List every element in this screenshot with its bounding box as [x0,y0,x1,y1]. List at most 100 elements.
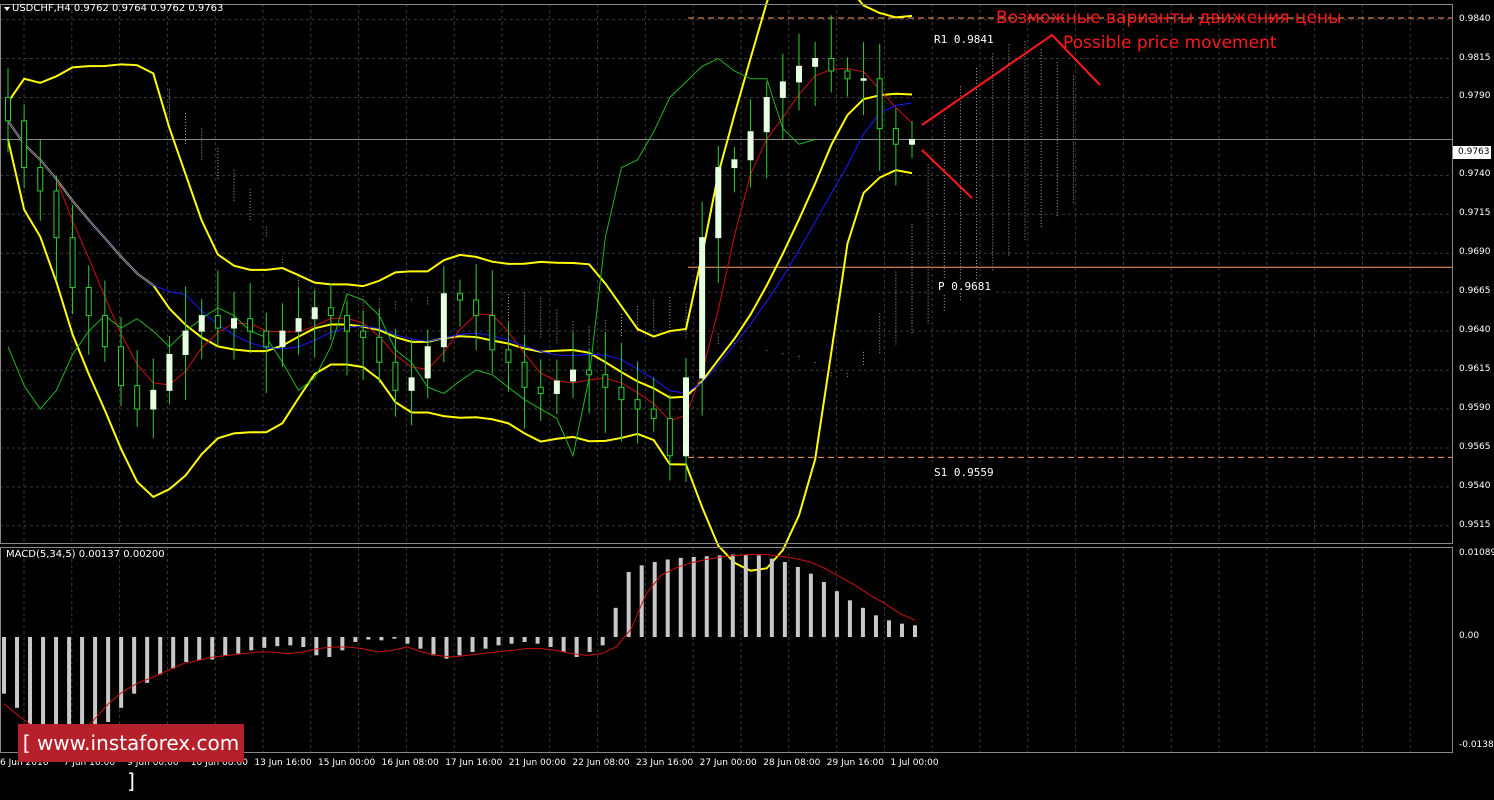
candle-body [715,167,722,239]
candle-body [570,369,576,382]
x-tick-label: 22 Jun 08:00 [572,758,630,768]
symbol-dropdown-icon[interactable] [4,7,10,11]
x-tick-label: 23 Jun 16:00 [636,758,694,768]
macd-bar [249,637,254,651]
macd-bar [587,637,592,652]
macd-bar [886,620,891,637]
y-tick-label: 0.9515 [1459,519,1491,530]
candle-body [909,139,915,145]
level-r1-label: R1 0.9841 [932,33,996,46]
macd-frame [0,547,1453,753]
macd-bar [782,562,787,637]
candle-body [699,237,706,379]
candle-body [683,377,689,457]
candle-body [214,315,221,329]
macd-bar [613,607,618,637]
grid [0,4,1452,752]
macd-bar [15,637,20,708]
y-tick-label: 0.9615 [1459,364,1491,375]
macd-bar [847,600,852,637]
macd-bar [171,637,176,669]
macd-bar [210,637,215,660]
candle-body [828,58,835,72]
macd-bar [119,637,124,708]
macd-y-tick-label: -0.0138 [1459,740,1494,750]
candle-body [198,315,205,332]
x-tick-label: 1 Jul 00:00 [890,758,939,768]
macd-bar [821,582,826,637]
macd-y-tick-label: 0.01089 [1459,548,1494,558]
x-tick-label: 13 Jun 16:00 [254,758,312,768]
chart-frame [0,4,1453,753]
macd-bar [392,637,397,639]
y-tick-label: 0.9815 [1459,52,1491,63]
x-tick-label: 21 Jun 00:00 [508,758,566,768]
candle-body [69,237,76,289]
candle-body [53,190,60,239]
macd-bar [483,637,488,649]
candle-body [327,307,334,317]
macd-bar [158,637,163,675]
macd-bar [769,558,774,637]
instaforex-logo: [ www.instaforex.com ] [18,724,244,793]
y-tick-label: 0.9665 [1459,286,1491,297]
macd-bar [522,637,527,642]
candle-body [457,293,463,301]
macd-bar [353,637,358,642]
x-tick-label: 16 Jun 08:00 [381,758,439,768]
macd-bar [106,637,111,722]
macd-bar [691,557,696,637]
macd-bar [145,637,150,683]
y-tick-label: 0.9540 [1459,480,1491,491]
x-tick-label: 15 Jun 00:00 [318,758,376,768]
macd-bar [262,637,267,648]
arrow-down-path [921,149,973,199]
macd-bar [93,637,98,737]
macd-bar [899,623,904,637]
macd-panel [2,554,917,749]
x-tick-label: 29 Jun 16:00 [826,758,884,768]
candle-body [279,330,286,348]
bollinger-lower [7,139,913,572]
candle-body [37,167,44,192]
macd-bar [41,637,46,736]
candle-body [21,120,28,169]
macd-bar [431,637,436,656]
candle-body [489,315,496,351]
macd-bar [366,637,371,640]
candle-body [344,315,350,332]
candle-body [5,96,11,122]
candle-body [731,159,738,169]
candle-body [844,70,851,80]
candle-body [860,78,867,81]
macd-bar [834,591,839,637]
candle-body [247,318,254,332]
candle-body [166,354,173,391]
macd-bar [184,637,189,662]
y-tick-label: 0.9840 [1459,13,1491,24]
candle-body [360,330,367,338]
macd-bar [600,637,605,646]
macd-bar [288,637,293,646]
candle-body [537,386,544,394]
y-tick-label: 0.9565 [1459,441,1491,452]
forecast-arrows [921,33,1101,199]
candle-body [311,307,318,320]
macd-bar [626,572,631,637]
candle-body [295,318,302,332]
candle-body [634,399,641,410]
annotation-ru: Возможные варианты движения цены [996,8,1342,28]
macd-bar [223,637,228,656]
macd-bar [509,637,514,644]
chart-canvas [0,0,1453,753]
candle-body [392,361,399,391]
x-tick-label: 27 Jun 00:00 [699,758,757,768]
y-tick-label: 0.9690 [1459,247,1491,258]
macd-y-tick-label: 0.00 [1459,631,1480,641]
candle-body [473,299,480,317]
candle-body [796,65,802,83]
candle-body [763,96,770,133]
y-tick-label: 0.9590 [1459,403,1491,414]
macd-bar [561,637,566,652]
macd-bar [2,637,6,694]
